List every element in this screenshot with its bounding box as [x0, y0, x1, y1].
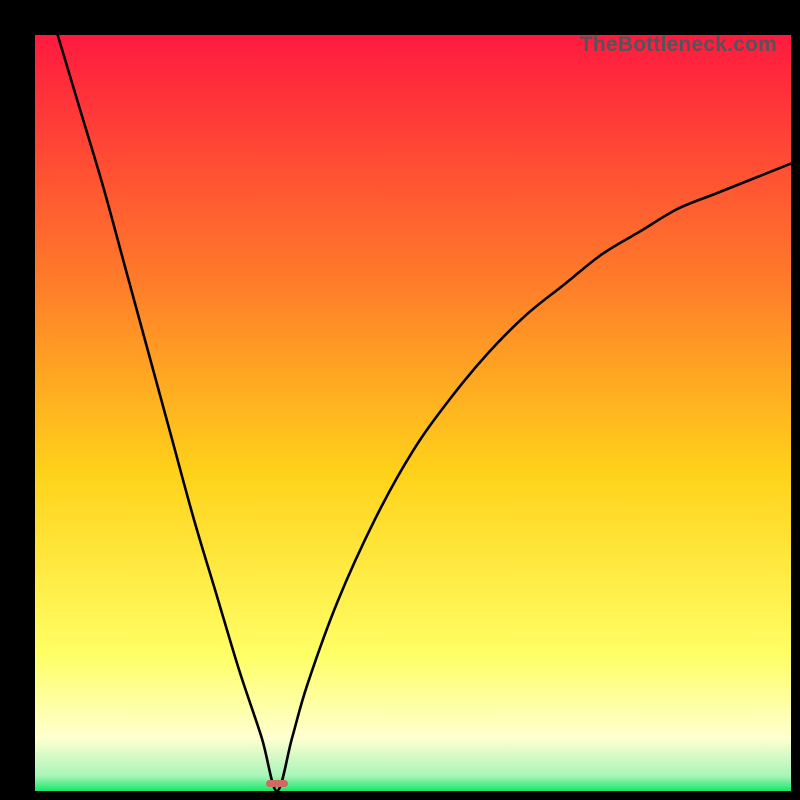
watermark-text: TheBottleneck.com [580, 35, 777, 57]
plot-frame: TheBottleneck.com [13, 13, 787, 787]
bottleneck-curve [35, 35, 791, 791]
minimum-marker [266, 780, 289, 788]
plot-area: TheBottleneck.com [35, 35, 791, 791]
